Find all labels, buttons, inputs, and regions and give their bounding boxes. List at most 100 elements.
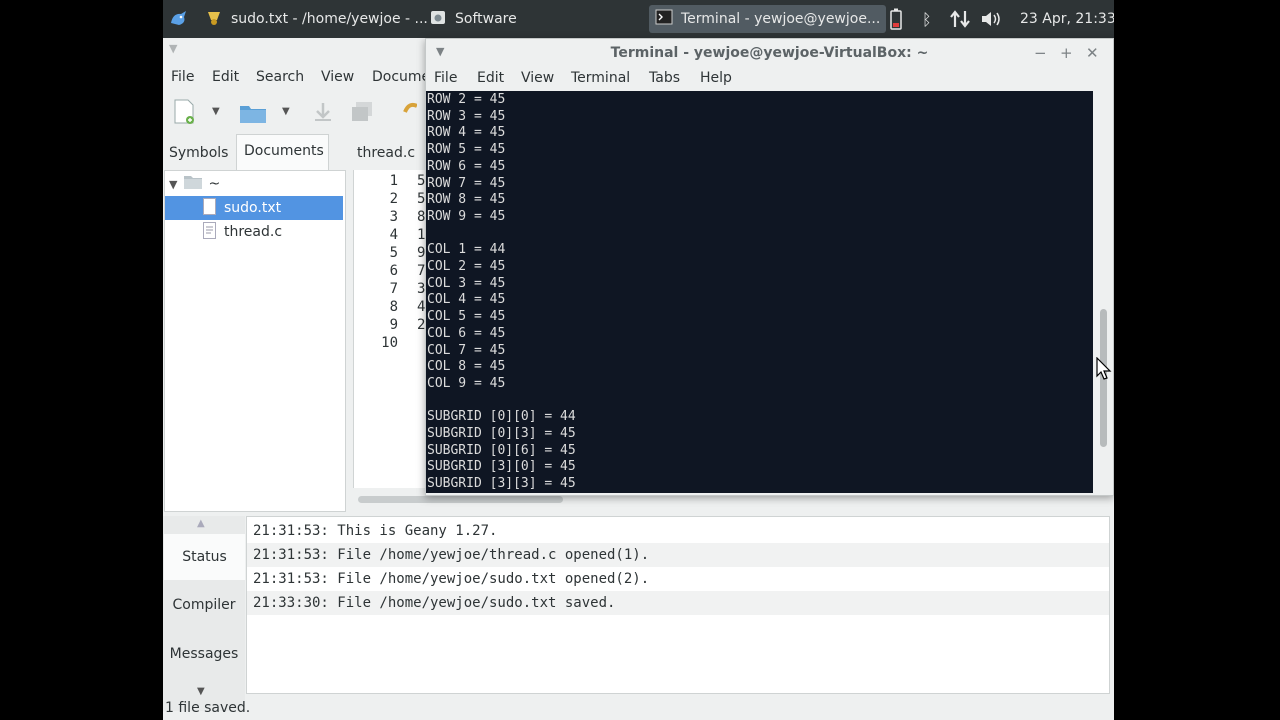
new-file-dropdown-icon[interactable]: ▼ [212,106,220,117]
terminal-line: ROW 8 = 45 [427,192,506,208]
tab-compiler[interactable]: Compiler [163,582,245,628]
doc-tab-thread[interactable]: thread.c [357,145,415,161]
tree-folder-home[interactable]: ▼ ~ [165,172,343,196]
close-icon[interactable]: ✕ [1086,44,1099,62]
battery-icon[interactable] [890,0,902,38]
terminal-scrollbar[interactable] [1093,91,1113,493]
menu-search[interactable]: Search [256,69,304,85]
status-bar: 1 file saved. [165,700,251,716]
line-number: 6 [389,263,398,279]
network-icon[interactable] [949,0,971,38]
line-number: 9 [389,317,398,333]
line-number: 10 [381,335,398,351]
terminal-line: SUBGRID [0][0] = 44 [427,409,576,425]
line-number: 3 [389,209,398,225]
volume-icon[interactable] [980,0,1002,38]
terminal-line: COL 3 = 45 [427,275,506,291]
task-software[interactable]: Software [429,0,517,38]
terminal-line: COL 1 = 44 [427,242,506,258]
line-number: 5 [389,245,398,261]
geany-icon [205,8,223,30]
open-folder-icon[interactable] [239,102,267,128]
line-number: 7 [389,281,398,297]
line-number: 8 [389,299,398,315]
terminal-line: SUBGRID [3][0] = 45 [427,459,576,475]
terminal-line: ROW 5 = 45 [427,142,506,158]
xfce-mouse-icon [171,11,186,25]
expander-icon[interactable]: ▼ [169,178,177,191]
term-menu-view[interactable]: View [521,70,554,86]
whisker-menu-button[interactable] [169,0,189,38]
terminal-line: SUBGRID [3][3] = 45 [427,476,576,492]
terminal-line: COL 5 = 45 [427,309,506,325]
terminal-line: COL 9 = 45 [427,375,506,391]
folder-icon [183,174,203,194]
terminal-line: ROW 4 = 45 [427,125,506,141]
log-entry: 21:31:53: File /home/yewjoe/sudo.txt ope… [253,571,650,587]
revert-icon[interactable] [403,100,418,126]
menu-file[interactable]: File [171,69,194,85]
menu-edit[interactable]: Edit [212,69,239,85]
window-menu-arrow-icon[interactable]: ▼ [169,42,177,55]
tab-documents[interactable]: Documents [244,143,324,159]
tab-symbols[interactable]: Symbols [169,145,228,161]
term-menu-help[interactable]: Help [700,70,732,86]
tree-item-label: thread.c [224,224,283,240]
terminal-line: COL 6 = 45 [427,325,506,341]
line-number: 4 [389,227,398,243]
desktop-screen: sudo.txt - /home/yewjoe - ... Software T… [163,0,1114,720]
log-entry: 21:33:30: File /home/yewjoe/sudo.txt sav… [247,591,1109,615]
terminal-line: COL 4 = 45 [427,292,506,308]
terminal-line: ROW 6 = 45 [427,158,506,174]
tree-item-sudo[interactable]: sudo.txt [165,196,343,220]
menu-view[interactable]: View [321,69,354,85]
save-all-icon[interactable] [349,100,375,128]
term-menu-file[interactable]: File [434,70,457,86]
terminal-window: ▼ Terminal - yewjoe@yewjoe-VirtualBox: ~… [425,38,1114,496]
task-software-label: Software [455,11,517,27]
c-file-icon [203,221,216,243]
terminal-line: COL 7 = 45 [427,342,506,358]
software-icon [429,8,447,30]
save-icon[interactable] [313,101,333,127]
task-geany[interactable]: sudo.txt - /home/yewjoe - ... [205,0,428,38]
term-menu-tabs[interactable]: Tabs [649,70,680,86]
tab-messages[interactable]: Messages [163,631,245,677]
task-terminal[interactable]: Terminal - yewjoe@yewjoe... [649,5,887,33]
minimize-icon[interactable]: − [1034,44,1047,62]
tree-folder-label: ~ [208,176,221,192]
terminal-line: SUBGRID [0][3] = 45 [427,426,576,441]
clock[interactable]: 23 Apr, 21:33 [1020,0,1114,38]
tab-status[interactable]: Status [164,534,245,580]
bluetooth-icon[interactable]: ᛒ [922,0,932,38]
terminal-line: COL 2 = 45 [427,259,506,274]
log-entry: 21:31:53: This is Geany 1.27. [253,523,498,539]
terminal-line: ROW 3 = 45 [427,108,506,124]
terminal-line: ROW 2 = 45 [427,92,506,107]
term-menu-edit[interactable]: Edit [477,70,504,86]
log-entry: 21:31:53: File /home/yewjoe/thread.c ope… [247,543,1109,567]
terminal-output[interactable]: ROW 2 = 45 ROW 3 = 45 ROW 4 = 45 ROW 5 = 45… [426,91,1093,493]
terminal-line: COL 8 = 45 [427,359,506,375]
maximize-icon[interactable]: + [1060,44,1073,62]
new-file-icon[interactable] [173,99,197,129]
line-number: 2 [389,191,398,207]
terminal-line: SUBGRID [0][6] = 45 [427,442,576,458]
menu-document[interactable]: Docume [372,69,430,85]
task-terminal-label: Terminal - yewjoe@yewjoe... [681,11,881,27]
term-menu-terminal[interactable]: Terminal [571,70,630,86]
terminal-icon [655,9,673,29]
status-log: 21:31:53: This is Geany 1.27. 21:31:53: … [246,516,1110,694]
task-geany-label: sudo.txt - /home/yewjoe - ... [231,11,428,27]
mouse-cursor-icon [1096,356,1112,385]
tabs-up-arrow-icon[interactable]: ▲ [197,518,205,529]
scrollbar-thumb[interactable] [358,496,563,503]
terminal-line: ROW 7 = 45 [427,175,506,191]
open-dropdown-icon[interactable]: ▼ [282,106,290,117]
text-file-icon [203,197,216,219]
terminal-title: Terminal - yewjoe@yewjoe-VirtualBox: ~ [610,45,929,61]
terminal-line: ROW 9 = 45 [427,208,506,224]
tree-item-thread[interactable]: thread.c [165,220,343,244]
top-panel: sudo.txt - /home/yewjoe - ... Software T… [163,0,1114,38]
line-number: 1 [389,173,398,189]
